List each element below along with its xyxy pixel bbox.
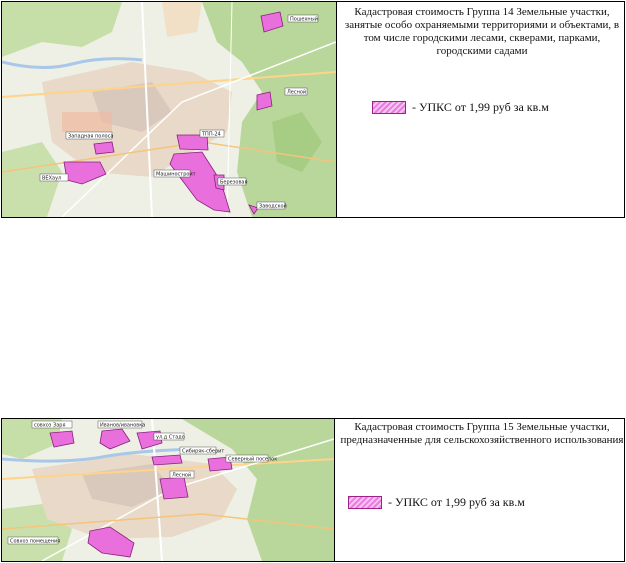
- label-ivanovka: Иванов/ивановка: [100, 423, 145, 429]
- map-group-15[interactable]: совхоз Заря Иванов/ивановка ул.д Стадо С…: [2, 419, 335, 561]
- label-severnaya: Северный поселок: [228, 456, 277, 463]
- industrial-area: [62, 112, 112, 132]
- label-tpp: ТПП-24: [201, 132, 221, 138]
- legend-label: - УПКС от 1,99 руб за кв.м: [412, 100, 549, 114]
- legend-swatch: [372, 101, 406, 114]
- label-lesnoy: Лесной: [287, 89, 306, 96]
- label-lesnaya: Лесной: [172, 472, 191, 479]
- map-group-14[interactable]: Пошехный Лесной Западная полоса ВЕХаул Т…: [2, 2, 337, 217]
- label-berezovaya: Березовая: [220, 180, 248, 186]
- label-vekhaul: ВЕХаул: [42, 176, 61, 182]
- label-poshekhonsky: Пошехный: [290, 16, 318, 23]
- map-title-group-15: Кадастровая стоимость Группа 15 Земельны…: [340, 421, 624, 446]
- zone-polygon[interactable]: [151, 454, 183, 466]
- label-zavodskoy: Заводской: [259, 203, 287, 210]
- map-title-group-14: Кадастровая стоимость Группа 14 Земельны…: [344, 6, 620, 57]
- urban-area: [162, 2, 202, 37]
- legend-row: - УПКС от 1,99 руб за кв.м: [372, 100, 549, 115]
- zone-polygon[interactable]: [159, 476, 189, 500]
- label-subbotino: Сибиряк-сберит: [182, 449, 224, 455]
- legend-row: - УПКС от 1,99 руб за кв.м: [348, 495, 525, 510]
- zone-polygon[interactable]: [93, 141, 115, 155]
- legend-swatch: [348, 496, 382, 509]
- label-zaria: совхоз Заря: [34, 423, 65, 429]
- label-sovkhoz: Совхоз помещения: [10, 539, 60, 545]
- label-mashinostroy: Машиностроит: [156, 172, 196, 178]
- legend-label: - УПКС от 1,99 руб за кв.м: [388, 495, 525, 509]
- map-panel-group-15: совхоз Заря Иванов/ивановка ул.д Стадо С…: [1, 418, 625, 562]
- map-panel-group-14: Пошехный Лесной Западная полоса ВЕХаул Т…: [1, 1, 625, 218]
- label-zapadnaya: Западная полоса: [68, 134, 113, 140]
- label-stadion: ул.д Стадо: [156, 435, 185, 441]
